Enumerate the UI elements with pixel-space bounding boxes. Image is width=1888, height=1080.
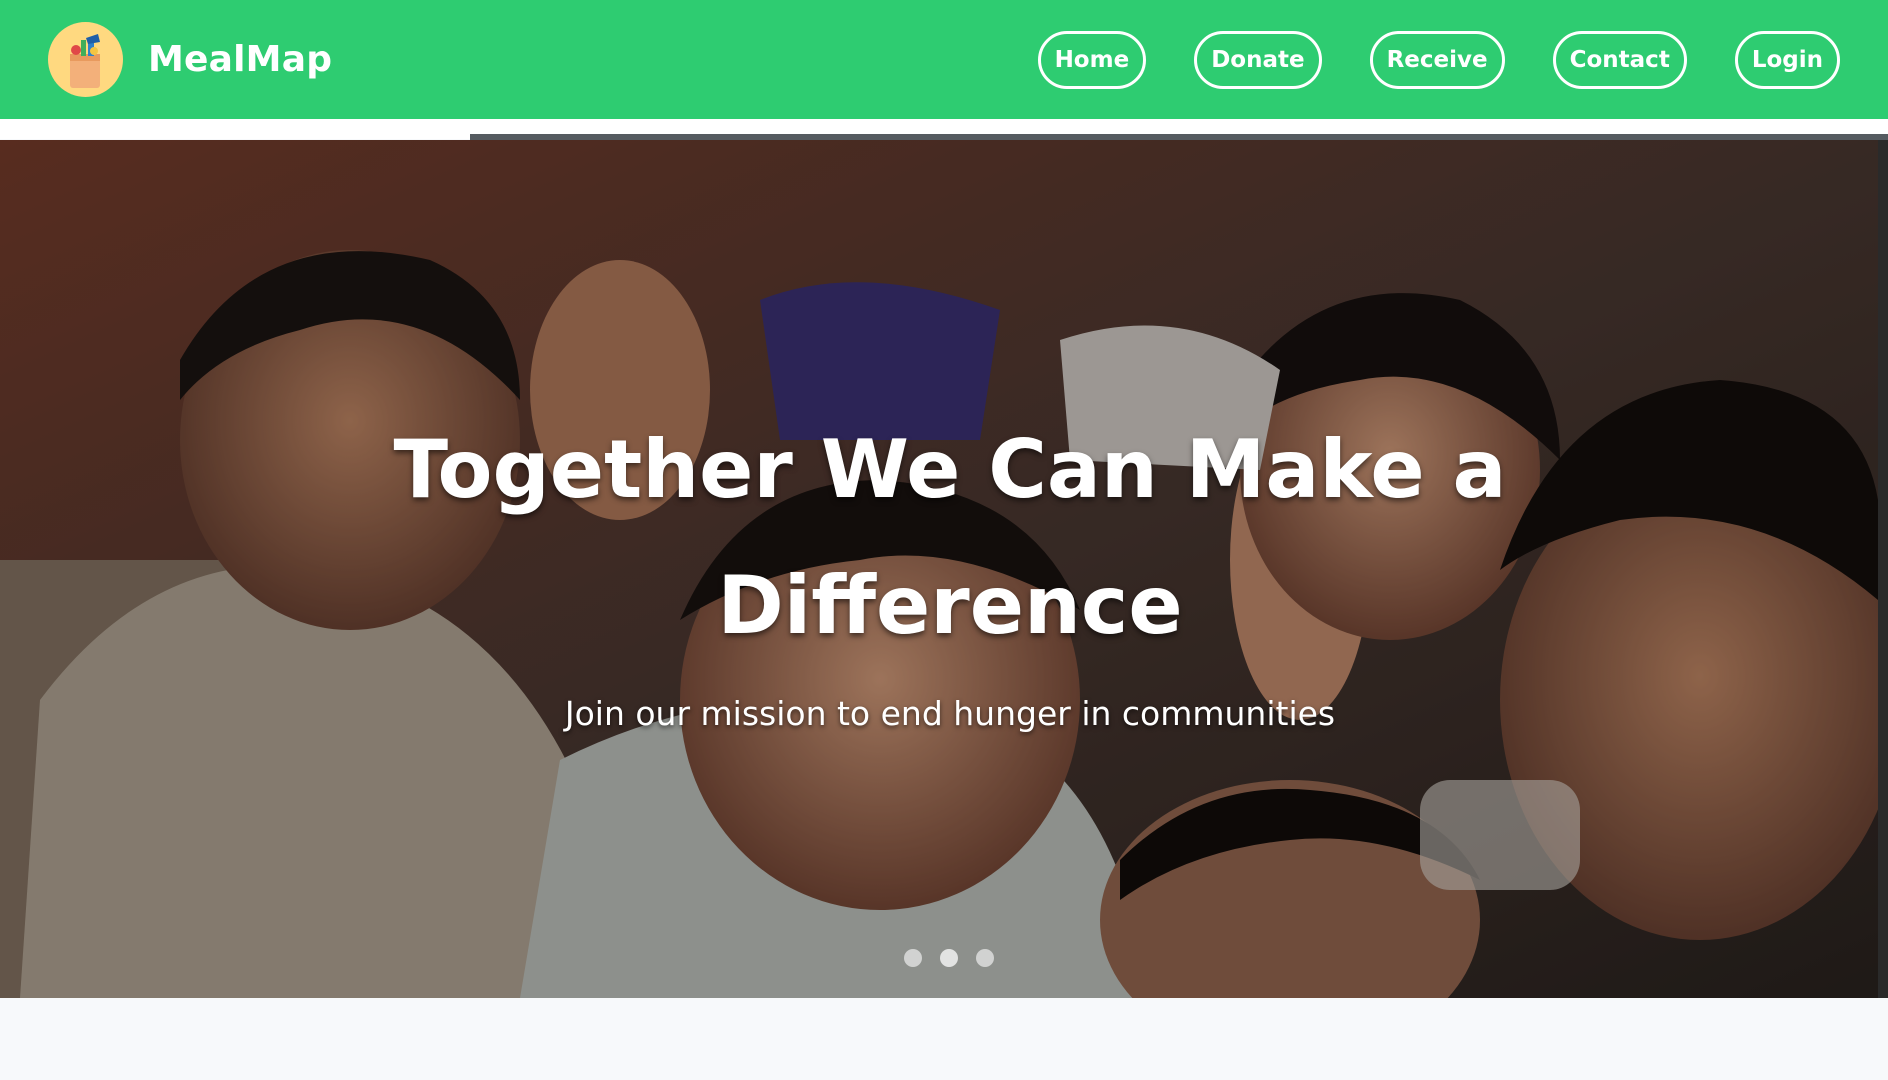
grocery-bag-icon	[70, 34, 100, 88]
nav-donate-button[interactable]: Donate	[1194, 30, 1322, 89]
navbar: MealMap Home Donate Receive Contact Logi…	[0, 0, 1888, 119]
hero-subtitle: Join our mission to end hunger in commun…	[564, 694, 1336, 733]
hero-title: Together We Can Make a Difference	[393, 423, 1507, 652]
scrollbar-edge	[1878, 140, 1888, 998]
nav-login-button[interactable]: Login	[1734, 30, 1840, 89]
brand-name[interactable]: MealMap	[148, 39, 332, 80]
nav-links: Home Donate Receive Contact Login	[990, 30, 1840, 89]
hero-carousel: Together We Can Make a Difference Join o…	[0, 140, 1878, 998]
carousel-indicators	[0, 949, 1878, 967]
carousel-dot-3[interactable]	[976, 949, 994, 967]
nav-contact-button[interactable]: Contact	[1552, 30, 1687, 89]
page-body	[0, 998, 1888, 1080]
carousel-dot-2[interactable]	[940, 949, 958, 967]
logo[interactable]	[48, 22, 123, 97]
nav-receive-button[interactable]: Receive	[1369, 30, 1505, 89]
carousel-dot-1[interactable]	[904, 949, 922, 967]
nav-home-button[interactable]: Home	[1037, 30, 1147, 89]
